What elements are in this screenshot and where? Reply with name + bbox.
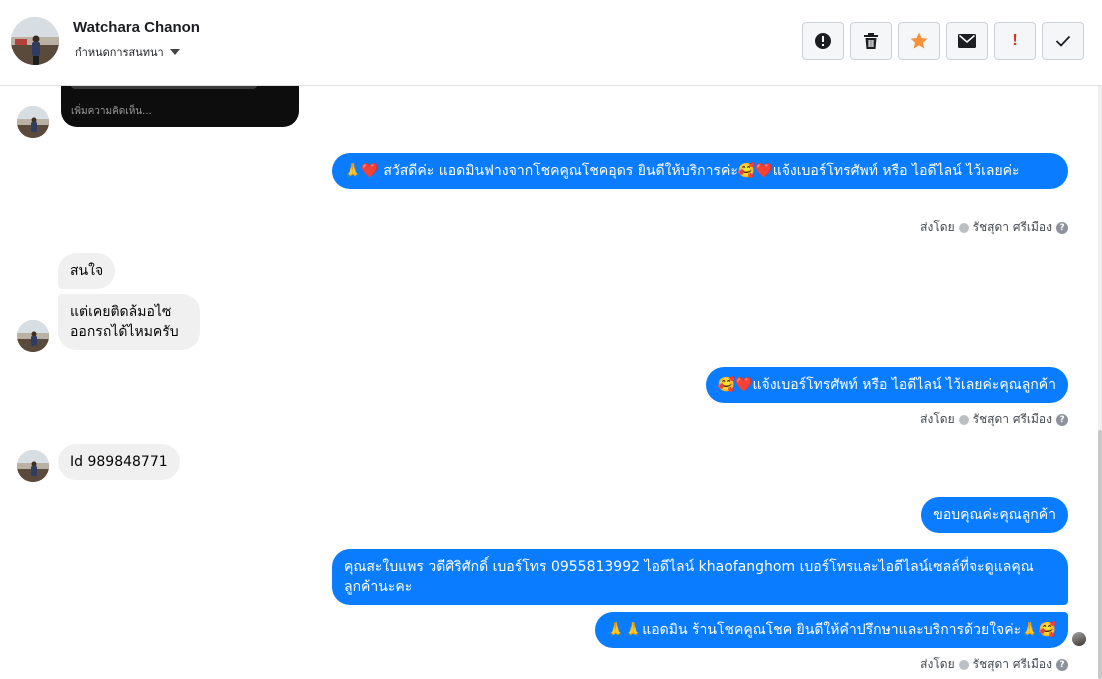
agent-badge-icon (958, 414, 969, 425)
contact-avatar-small (17, 106, 49, 138)
incoming-message[interactable]: แต่เคยติดล้มอไซ ออกรถได้ไหมครับ (58, 294, 200, 350)
outgoing-message[interactable]: 🥰❤️แจ้งเบอร์โทรศัพท์ หรือ ไอดีไลน์ ไว้เล… (705, 367, 1068, 403)
sent-by-info: ส่งโดย รัชสุดา ศรีเมือง ? (920, 218, 1068, 237)
mark-spam-button[interactable] (802, 22, 844, 60)
caret-down-icon (169, 49, 180, 55)
checkmark-icon (1055, 35, 1071, 47)
seen-avatar-icon (1072, 632, 1086, 646)
help-icon[interactable]: ? (1056, 413, 1068, 426)
star-button[interactable] (898, 22, 940, 60)
sent-by-label: ส่งโดย (920, 220, 955, 234)
sent-by-label: ส่งโดย (920, 412, 955, 426)
agent-name[interactable]: รัชสุดา ศรีเมือง (973, 655, 1052, 674)
outgoing-message[interactable]: 🙏❤️ สวัสดีค่ะ แอดมินฟางจากโชคคูณโชคอุดร … (332, 153, 1068, 189)
alert-circle-icon (815, 33, 831, 49)
agent-name[interactable]: รัชสุดา ศรีเมือง (973, 218, 1052, 237)
mark-unread-button[interactable] (946, 22, 988, 60)
conversation-settings-dropdown[interactable]: กำหนดการสนทนา (75, 43, 180, 61)
incoming-message[interactable]: Id 989848771 (58, 444, 180, 480)
message-thread[interactable]: เพิ่มความคิดเห็น... 🙏❤️ สวัสดีค่ะ แอดมิน… (0, 86, 1098, 679)
delete-button[interactable] (850, 22, 892, 60)
contact-avatar[interactable] (11, 17, 59, 65)
help-icon[interactable]: ? (1056, 658, 1068, 671)
agent-name[interactable]: รัชสุดา ศรีเมือง (973, 410, 1052, 429)
sent-by-info: ส่งโดย รัชสุดา ศรีเมือง ? (920, 410, 1068, 429)
exclamation-icon: ! (1012, 32, 1018, 49)
contact-avatar-small (17, 450, 49, 482)
agent-badge-icon (958, 222, 969, 233)
incoming-message[interactable]: สนใจ (58, 253, 116, 289)
help-icon[interactable]: ? (1056, 221, 1068, 234)
envelope-icon (958, 34, 976, 48)
conversation-header: Watchara Chanon กำหนดการสนทนา ! (0, 0, 1102, 86)
scrollbar-thumb[interactable] (1098, 430, 1102, 679)
outgoing-message[interactable]: ขอบคุณค่ะคุณลูกค้า (921, 497, 1068, 533)
conversation-settings-label: กำหนดการสนทนา (75, 46, 164, 59)
agent-badge-icon (958, 659, 969, 670)
outgoing-message[interactable]: คุณสะใบแพร วดีศิริศักดิ์ เบอร์โทร 095581… (332, 549, 1068, 605)
image-attachment[interactable]: เพิ่มความคิดเห็น... (61, 86, 299, 127)
contact-avatar-small (17, 320, 49, 352)
sent-by-info: ส่งโดย รัชสุดา ศรีเมือง ? (920, 655, 1068, 674)
trash-icon (864, 33, 878, 49)
image-attachment-bar (71, 86, 257, 89)
action-toolbar: ! (802, 22, 1084, 60)
mark-done-button[interactable] (1042, 22, 1084, 60)
outgoing-message[interactable]: 🙏🙏แอดมิน ร้านโชคคูณโชค ยินดีให้คำปรึกษาแ… (595, 612, 1068, 648)
image-comment-placeholder: เพิ่มความคิดเห็น... (71, 106, 152, 117)
contact-name[interactable]: Watchara Chanon (73, 19, 200, 36)
follow-up-button[interactable]: ! (994, 22, 1036, 60)
sent-by-label: ส่งโดย (920, 657, 955, 671)
star-icon (910, 32, 928, 49)
